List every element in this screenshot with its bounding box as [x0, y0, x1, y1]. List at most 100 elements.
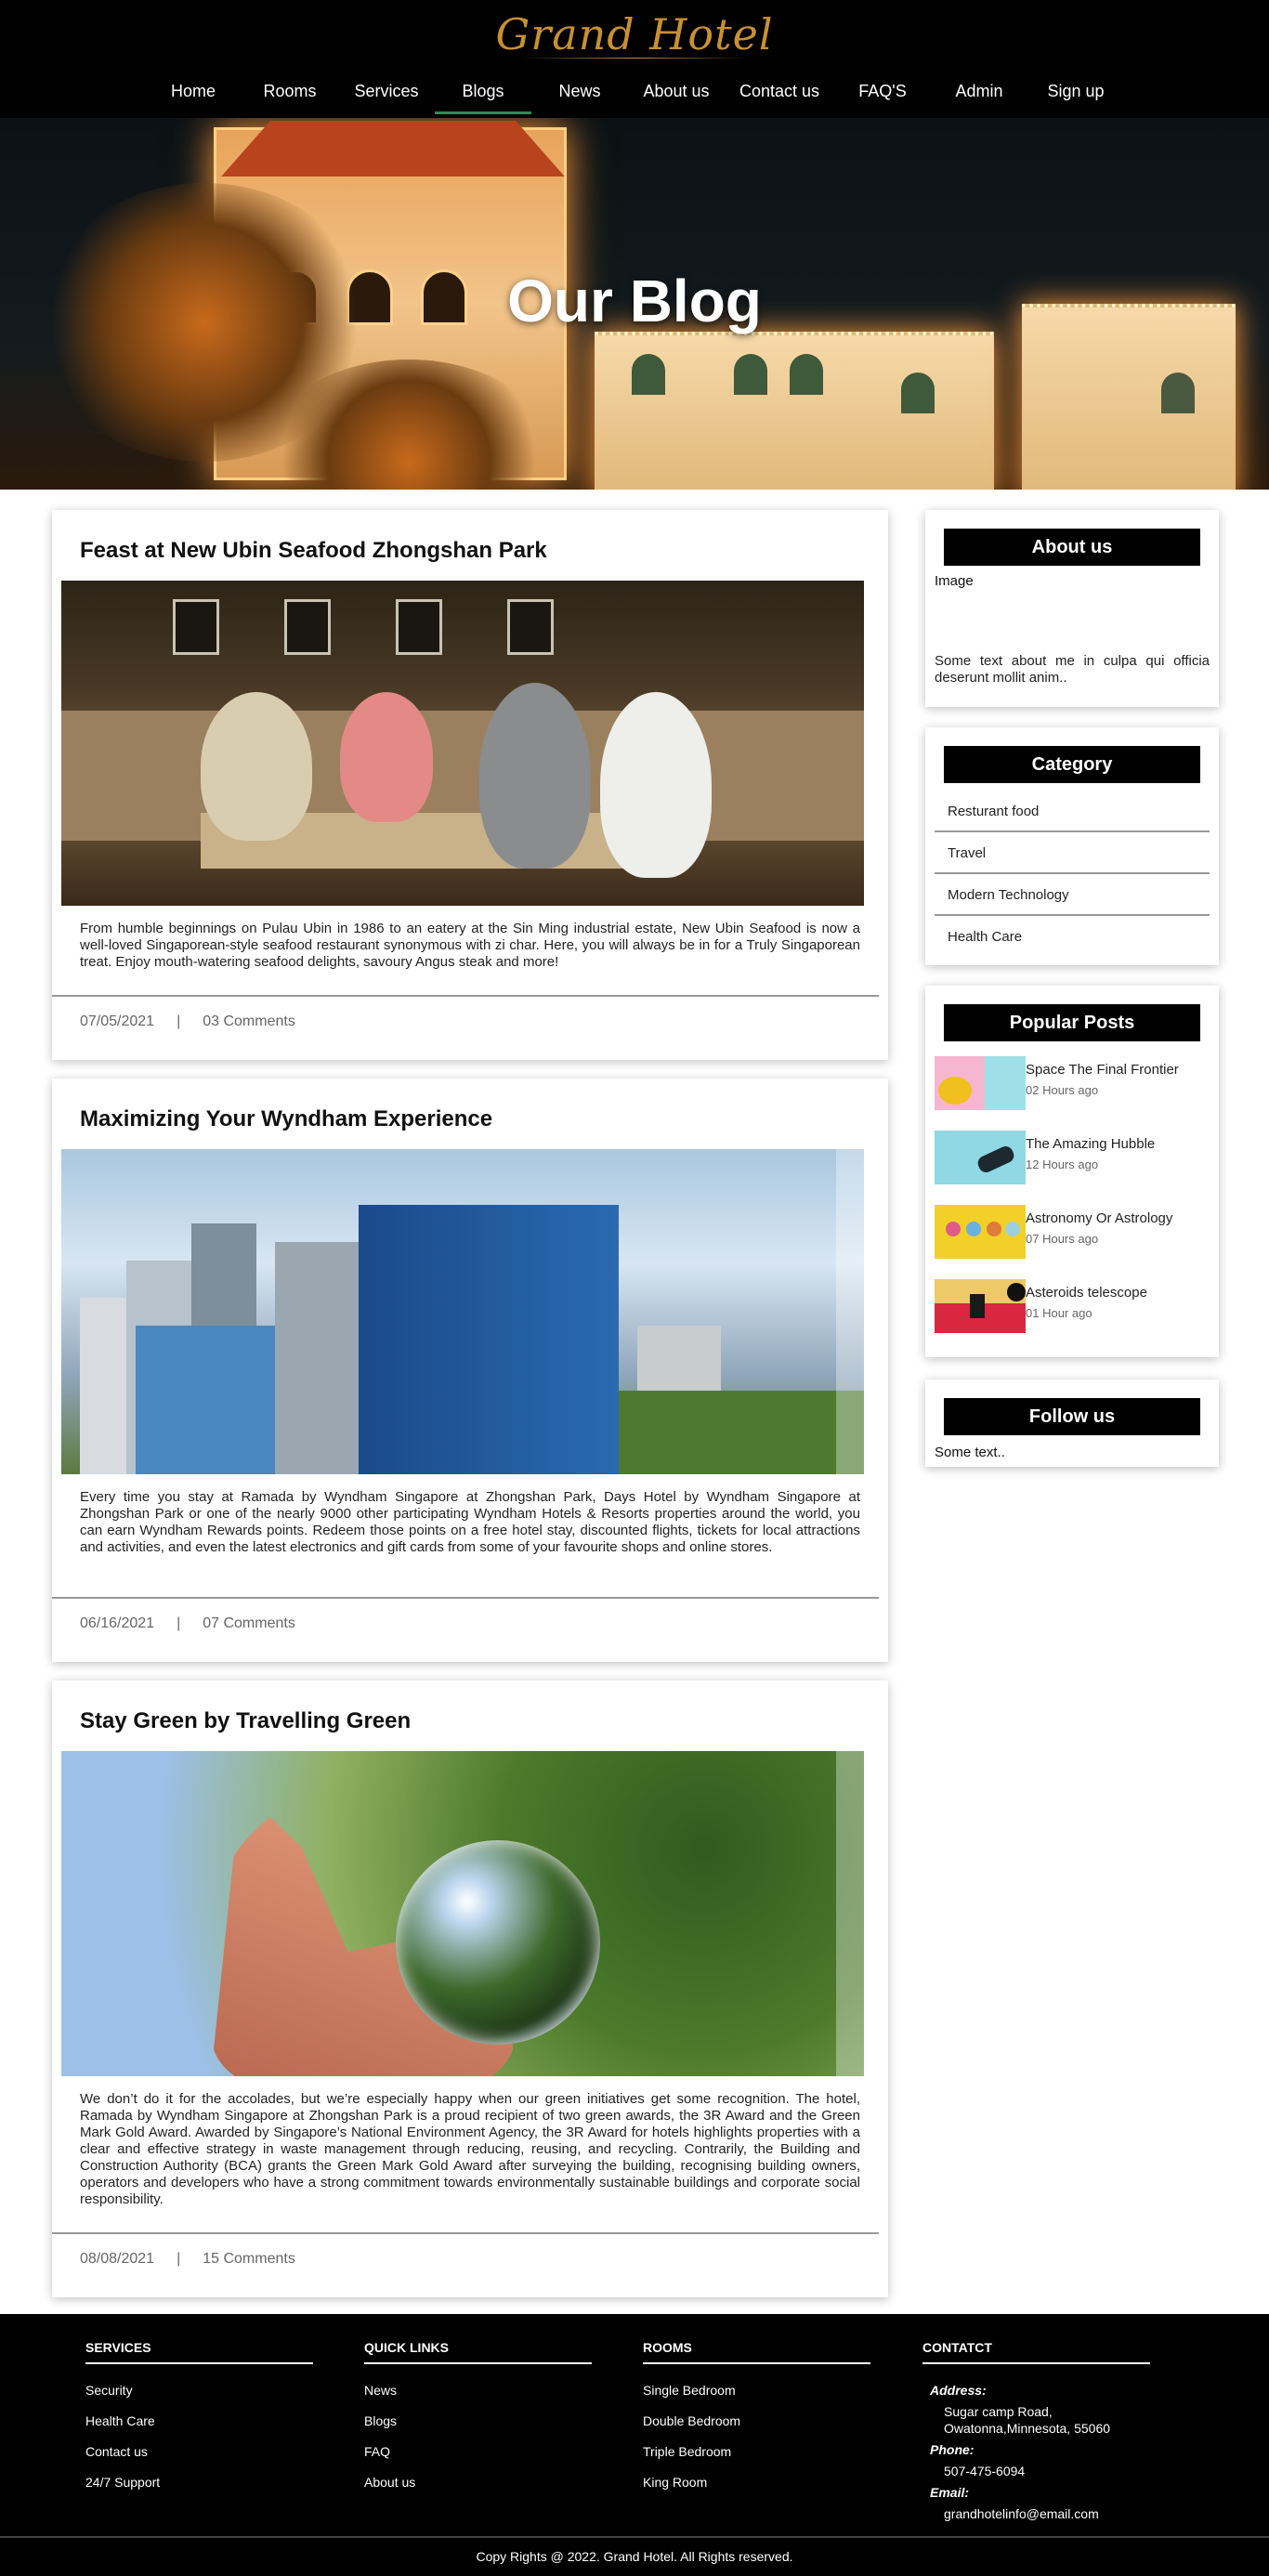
- logo-underline: [520, 58, 749, 59]
- footer-link[interactable]: Single Bedroom: [643, 2383, 870, 2398]
- follow-widget: Follow us Some text..: [925, 1380, 1219, 1467]
- diner-figure: [340, 692, 433, 822]
- diner-figure: [201, 692, 312, 841]
- about-text: Some text about me in culpa qui officia …: [935, 653, 1210, 686]
- footer-link[interactable]: FAQ: [364, 2444, 592, 2459]
- footer-link[interactable]: Health Care: [85, 2413, 313, 2428]
- lollipop-shape: [1005, 1222, 1020, 1236]
- post-comments-link[interactable]: 03 Comments: [203, 1013, 295, 1030]
- footer-contact: CONTATCT Address: Sugar camp Road, Owato…: [922, 2340, 1150, 2528]
- wall-frame: [507, 599, 554, 655]
- camera-shape: [1007, 1283, 1026, 1301]
- popular-post-title[interactable]: The Amazing Hubble: [1026, 1136, 1155, 1152]
- site-logo[interactable]: Grand Hotel: [0, 9, 1269, 59]
- image-edge: [836, 1751, 864, 2076]
- copyright-text: Copy Rights @ 2022. Grand Hotel. All Rig…: [0, 2536, 1269, 2576]
- nav-rooms[interactable]: Rooms: [242, 74, 338, 114]
- phone-flatlay-photo: [935, 1279, 1026, 1333]
- about-image-placeholder: Image: [935, 573, 974, 589]
- nav-faq[interactable]: FAQ'S: [834, 74, 931, 114]
- popular-post-time: 12 Hours ago: [1026, 1157, 1099, 1171]
- footer-link[interactable]: King Room: [643, 2475, 870, 2490]
- nav-about-us[interactable]: About us: [628, 74, 725, 114]
- post-meta: 06/16/2021 | 07 Comments: [52, 1597, 879, 1662]
- wing-window: [1161, 373, 1195, 413]
- footer-divider: [643, 2362, 870, 2364]
- wall-frame: [396, 599, 442, 655]
- post-excerpt: We don’t do it for the accolades, but we…: [80, 2091, 860, 2207]
- blog-post: Stay Green by Travelling Green We don’t …: [52, 1680, 888, 2297]
- footer-link[interactable]: Security: [85, 2383, 313, 2398]
- footer-link[interactable]: Triple Bedroom: [643, 2444, 870, 2459]
- category-item[interactable]: Travel: [935, 832, 1210, 874]
- nav-blogs[interactable]: Blogs: [435, 74, 531, 114]
- popular-post-time: 01 Hour ago: [1026, 1306, 1092, 1320]
- popular-post-title[interactable]: Astronomy Or Astrology: [1026, 1210, 1172, 1226]
- toy-car-shape: [975, 1144, 1016, 1175]
- meta-separator: |: [177, 1615, 181, 1631]
- footer-link[interactable]: News: [364, 2383, 592, 2398]
- email-value[interactable]: grandhotelinfo@email.com: [944, 2505, 1150, 2522]
- glass-ball-nature-photo: [61, 1751, 864, 2076]
- wall-frame: [284, 599, 331, 655]
- building-shape: [136, 1326, 294, 1474]
- lollipop-shape: [987, 1222, 1001, 1236]
- nav-services[interactable]: Services: [338, 74, 435, 114]
- diner-figure: [600, 692, 712, 878]
- lollipops-photo: [935, 1205, 1026, 1259]
- post-comments-link[interactable]: 15 Comments: [203, 2251, 295, 2268]
- headphones-shape: [938, 1077, 972, 1105]
- footer-link[interactable]: 24/7 Support: [85, 2475, 313, 2490]
- popular-post-item[interactable]: Astronomy Or Astrology 07 Hours ago: [935, 1205, 1172, 1259]
- popular-posts-title: Popular Posts: [944, 1004, 1200, 1041]
- footer-divider: [364, 2362, 592, 2364]
- footer-quick-links: QUICK LINKS News Blogs FAQ About us: [364, 2340, 592, 2505]
- phone-label: Phone:: [930, 2442, 975, 2457]
- post-comments-link[interactable]: 07 Comments: [203, 1615, 295, 1632]
- nav-contact-us[interactable]: Contact us: [725, 74, 834, 114]
- popular-post-item[interactable]: The Amazing Hubble 12 Hours ago: [935, 1131, 1155, 1184]
- nav-news[interactable]: News: [531, 74, 628, 114]
- meta-separator: |: [177, 2251, 181, 2267]
- footer-heading: CONTATCT: [922, 2340, 992, 2355]
- footer-rooms: ROOMS Single Bedroom Double Bedroom Trip…: [643, 2340, 870, 2505]
- restaurant-dining-photo: [61, 581, 864, 906]
- footer-divider: [922, 2362, 1150, 2364]
- popular-post-title[interactable]: Space The Final Frontier: [1026, 1062, 1179, 1078]
- category-item[interactable]: Modern Technology: [935, 874, 1210, 916]
- footer-link[interactable]: Contact us: [85, 2444, 313, 2459]
- category-item[interactable]: Health Care: [935, 916, 1210, 956]
- popular-posts-widget: Popular Posts Space The Final Frontier 0…: [925, 986, 1219, 1357]
- lollipop-shape: [966, 1222, 981, 1236]
- footer-link[interactable]: Double Bedroom: [643, 2413, 870, 2428]
- nav-sign-up[interactable]: Sign up: [1027, 74, 1124, 114]
- car-toy-photo: [935, 1131, 1026, 1184]
- nav-admin[interactable]: Admin: [931, 74, 1027, 114]
- popular-post-title[interactable]: Asteroids telescope: [1026, 1285, 1147, 1301]
- hero-banner: Our Blog: [0, 118, 1269, 490]
- ramada-hotel-building: [359, 1205, 619, 1474]
- popular-post-item[interactable]: Asteroids telescope 01 Hour ago: [935, 1279, 1147, 1333]
- category-list: Resturant food Travel Modern Technology …: [935, 791, 1210, 956]
- phone-value[interactable]: 507-475-6094: [944, 2463, 1150, 2479]
- category-item[interactable]: Resturant food: [935, 791, 1210, 832]
- category-widget-title: Category: [944, 746, 1200, 783]
- popular-post-time: 07 Hours ago: [1026, 1232, 1099, 1246]
- nav-home[interactable]: Home: [145, 74, 242, 114]
- footer-link[interactable]: Blogs: [364, 2413, 592, 2428]
- footer-link[interactable]: About us: [364, 2475, 592, 2490]
- post-title[interactable]: Stay Green by Travelling Green: [52, 1680, 888, 1751]
- wing-window: [901, 373, 935, 413]
- email-label: Email:: [930, 2485, 970, 2500]
- popular-post-item[interactable]: Space The Final Frontier 02 Hours ago: [935, 1056, 1179, 1110]
- post-date: 08/08/2021: [80, 2251, 155, 2267]
- popular-post-time: 02 Hours ago: [1026, 1083, 1099, 1097]
- post-title[interactable]: Feast at New Ubin Seafood Zhongshan Park: [52, 510, 888, 581]
- wing-window: [632, 354, 665, 395]
- footer-heading: QUICK LINKS: [364, 2340, 449, 2355]
- follow-text: Some text..: [935, 1445, 1005, 1460]
- blog-main: Feast at New Ubin Seafood Zhongshan Park…: [0, 490, 1269, 2314]
- post-title[interactable]: Maximizing Your Wyndham Experience: [52, 1079, 888, 1149]
- footer-divider: [85, 2362, 313, 2364]
- wing-window: [734, 354, 767, 395]
